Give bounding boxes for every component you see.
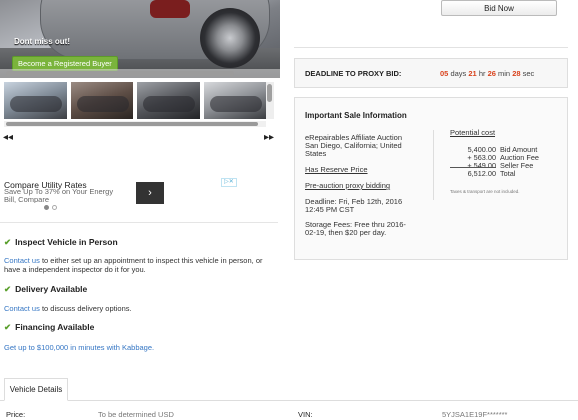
deadline-time: 12:45 PM CST [305,205,355,214]
thumbnail-4[interactable] [203,82,266,119]
check-icon: ✔ [4,237,12,247]
proxy-bid-label: DEADLINE TO PROXY BID: [305,69,402,78]
feature-title: Inspect Vehicle in Person [15,237,118,247]
ad-close-icon[interactable]: ▷✕ [221,178,237,187]
prev-photo-icon[interactable]: ◂◂ [3,132,13,143]
countdown-seconds-unit: sec [522,69,535,78]
thumbnail-3[interactable] [137,82,200,119]
countdown-minutes: 26 [487,69,496,78]
feature-title: Financing Available [15,322,95,332]
countdown-days-unit: days [450,69,467,78]
bid-now-button[interactable]: Bid Now [441,0,557,16]
price-label: Price: [6,410,26,419]
total-rule [450,167,496,168]
divider [433,130,434,200]
ad-next-button[interactable]: › [136,182,164,204]
feature-financing-heading: ✔ Financing Available [4,322,94,333]
contact-us-link[interactable]: Contact us [4,304,40,313]
ad-dot-active[interactable] [44,205,49,210]
feature-financing-text: Get up to $100,000 in minutes with Kabba… [4,343,280,352]
cost-label: Total [500,169,516,178]
countdown-hours: 21 [468,69,477,78]
divider [0,222,278,223]
ad-dot[interactable] [52,205,57,210]
vin-value: 5YJSA1E19F******* [442,410,508,419]
potential-cost-title[interactable]: Potential cost [450,128,495,138]
feature-inspect-heading: ✔ Inspect Vehicle in Person [4,237,118,248]
ad-pagination[interactable] [44,203,60,212]
thumbnail-1[interactable] [4,82,67,119]
proxy-bidding-link[interactable]: Pre-auction proxy bidding [305,181,390,191]
taxes-note: Taxes & transport are not included. [450,189,520,194]
check-icon: ✔ [4,322,12,332]
tab-vehicle-details[interactable]: Vehicle Details [4,378,68,401]
price-value: To be determined USD [98,410,174,419]
thumbnail-vertical-scrollbar[interactable] [266,82,274,119]
storage-fees-cont: 02-19, then $20 per day. [305,228,387,237]
countdown-hours-unit: hr [478,69,486,78]
feature-delivery-text: Contact us to discuss delivery options. [4,304,280,313]
feature-body: to either set up an appointment to inspe… [4,256,263,274]
feature-inspect-text: Contact us to either set up an appointme… [4,256,280,274]
thumbnail-strip [4,82,266,119]
contact-us-link[interactable]: Contact us [4,256,40,265]
countdown-minutes-unit: min [498,69,511,78]
proxy-countdown: 05 days 21 hr 26 min 28 sec [440,69,534,78]
promo-headline: Dont miss out! [14,37,70,46]
vin-label: VIN: [298,410,313,419]
seller-location-country: States [305,149,327,158]
feature-body: to discuss delivery options. [39,304,132,313]
divider [294,47,568,48]
thumbnail-2[interactable] [70,82,133,119]
countdown-days: 05 [440,69,449,78]
reserve-price-link[interactable]: Has Reserve Price [305,165,368,175]
feature-delivery-heading: ✔ Delivery Available [4,284,87,295]
next-photo-icon[interactable]: ▸▸ [264,132,274,143]
cost-value: 6,512.00 [467,169,496,178]
feature-title: Delivery Available [15,284,88,294]
photo-scrollbar[interactable] [0,69,280,78]
tab-divider [0,400,578,401]
thumbnail-horizontal-scrollbar[interactable] [4,121,266,127]
ad-subtitle[interactable]: Save Up To 37% on Your Energy Bill, Comp… [4,188,114,203]
countdown-seconds: 28 [512,69,521,78]
check-icon: ✔ [4,284,12,294]
cost-total-row: 6,512.00 Total [450,169,516,178]
sale-info-title: Important Sale Information [305,111,407,120]
kabbage-link[interactable]: Get up to $100,000 in minutes with Kabba… [4,343,154,352]
